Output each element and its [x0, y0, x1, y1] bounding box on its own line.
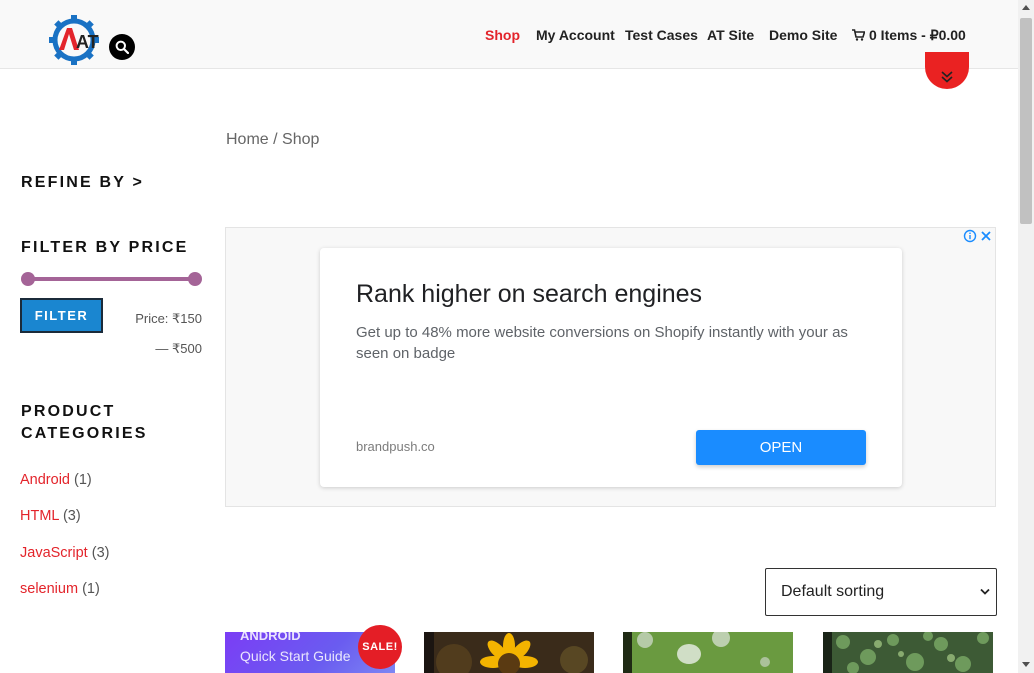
category-count: (1): [82, 581, 100, 597]
ad-open-button[interactable]: OPEN: [696, 430, 866, 465]
site-logo[interactable]: AT: [48, 14, 100, 66]
nav-test-cases[interactable]: Test Cases: [625, 27, 698, 43]
breadcrumb-current: Shop: [282, 131, 320, 148]
product-categories-title-line2: CATEGORIES: [21, 425, 148, 442]
chevron-down-icon: [980, 588, 990, 595]
plants-image: [823, 632, 993, 673]
logo-text: AT: [76, 32, 99, 52]
product-card-water-drops[interactable]: [623, 632, 793, 673]
category-item: HTML (3): [20, 508, 81, 524]
refine-by-title: REFINE BY >: [21, 174, 145, 191]
page-scrollbar[interactable]: [1018, 0, 1034, 673]
ad-info-icon[interactable]: [963, 229, 977, 243]
scroll-to-top-button[interactable]: [925, 52, 969, 89]
ad-banner: Rank higher on search engines Get up to …: [225, 227, 996, 507]
filter-button[interactable]: FILTER: [20, 298, 103, 333]
nav-cart[interactable]: 0 Items - ₽0.00: [852, 27, 966, 44]
category-item: selenium (1): [20, 581, 100, 597]
product-categories-title: PRODUCT CATEGORIES: [21, 401, 148, 445]
nav-shop[interactable]: Shop: [485, 27, 520, 43]
breadcrumb: Home / Shop: [226, 131, 319, 149]
price-slider[interactable]: [21, 272, 202, 286]
search-button[interactable]: [109, 34, 135, 60]
category-link-selenium[interactable]: selenium: [20, 581, 78, 597]
category-link-android[interactable]: Android: [20, 472, 70, 488]
category-count: (1): [74, 472, 92, 488]
product-card-plants[interactable]: [823, 632, 993, 673]
sorting-select[interactable]: Default sorting: [765, 568, 997, 616]
category-count: (3): [62, 508, 81, 524]
gear-logo-icon: AT: [49, 15, 99, 65]
category-link-javascript[interactable]: JavaScript: [20, 545, 88, 561]
ad-card[interactable]: Rank higher on search engines Get up to …: [320, 248, 902, 487]
scroll-thumb[interactable]: [1020, 18, 1032, 224]
ad-description: Get up to 48% more website conversions o…: [356, 324, 848, 362]
ad-domain: brandpush.co: [356, 439, 435, 454]
category-item: JavaScript (3): [20, 545, 109, 561]
price-range-label: Price: ₹150 — ₹500: [135, 311, 202, 356]
sunflower-image: [424, 632, 594, 673]
scroll-down-arrow-icon[interactable]: [1022, 662, 1030, 667]
product-card-sunflower[interactable]: [424, 632, 594, 673]
product-image-subtitle: Quick Start Guide: [240, 648, 351, 664]
filter-by-price-title: FILTER BY PRICE: [21, 239, 189, 256]
sorting-selected-value: Default sorting: [781, 583, 885, 600]
sale-badge: SALE!: [358, 625, 402, 669]
product-image-label: ANDROID: [240, 632, 301, 643]
search-icon: [115, 40, 129, 54]
price-slider-min-handle[interactable]: [21, 272, 35, 286]
nav-at-site[interactable]: AT Site: [707, 27, 754, 43]
breadcrumb-home[interactable]: Home: [226, 131, 269, 148]
ad-headline: Rank higher on search engines: [356, 280, 703, 308]
product-categories-title-line1: PRODUCT: [21, 403, 116, 420]
category-link-html[interactable]: HTML: [20, 508, 59, 524]
price-slider-track: [27, 277, 195, 281]
cart-label: 0 Items - ₽0.00: [869, 27, 966, 43]
ad-controls: [963, 229, 993, 243]
double-chevron-down-icon: [941, 71, 953, 83]
breadcrumb-separator: /: [268, 131, 283, 148]
site-header: AT Shop My Account Test Cases AT Site De…: [0, 0, 1018, 69]
category-item: Android (1): [20, 472, 92, 488]
water-drops-image: [623, 632, 793, 673]
price-slider-max-handle[interactable]: [188, 272, 202, 286]
nav-my-account[interactable]: My Account: [536, 27, 615, 43]
nav-demo-site[interactable]: Demo Site: [769, 27, 837, 43]
ad-close-icon[interactable]: [979, 229, 993, 243]
cart-icon: [852, 29, 865, 41]
scroll-up-arrow-icon[interactable]: [1022, 5, 1030, 10]
category-count: (3): [91, 545, 110, 561]
